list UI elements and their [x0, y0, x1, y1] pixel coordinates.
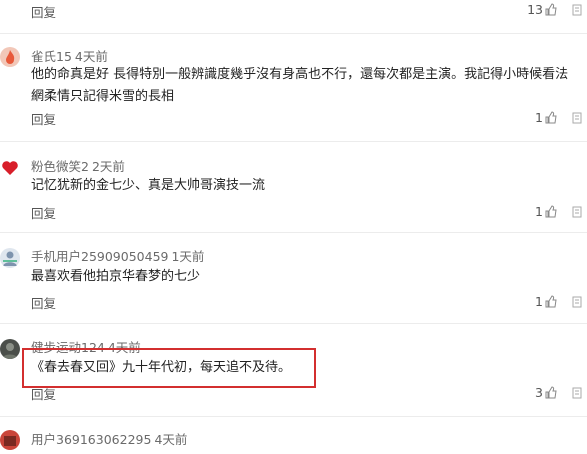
- like-button[interactable]: 3: [535, 385, 557, 400]
- comment-item: 健步运动124 4天前 《春去春又回》九十年代初，每天追不及待。 回复 3: [0, 323, 587, 417]
- comment-item: 回复 13: [0, 0, 587, 34]
- reply-button[interactable]: 回复: [31, 109, 56, 128]
- thumbs-up-icon: [545, 386, 557, 399]
- reply-button[interactable]: 回复: [31, 203, 56, 222]
- comment-text: 记忆犹新的金七少、真是大帅哥演技一流: [31, 178, 266, 193]
- comment-item: 用户369163062295 4天前: [0, 416, 587, 454]
- avatar[interactable]: [0, 248, 20, 268]
- username[interactable]: 雀氏15: [31, 49, 72, 64]
- comment-item: 手机用户25909050459 1天前 最喜欢看他拍京华春梦的七少 回复 1: [0, 232, 587, 324]
- username[interactable]: 手机用户25909050459: [31, 249, 168, 264]
- avatar[interactable]: [0, 339, 20, 359]
- comment-item: 雀氏15 4天前 他的命真是好 長得特別一般辨識度幾乎沒有身高也不行，還每次都是主…: [0, 33, 587, 142]
- username[interactable]: 健步运动124: [31, 340, 105, 355]
- like-count: 3: [535, 385, 543, 400]
- like-count: 1: [535, 294, 543, 309]
- thumbs-up-icon: [545, 205, 557, 218]
- avatar[interactable]: [0, 47, 20, 67]
- photo-avatar-icon: [4, 436, 16, 446]
- default-user-icon: [3, 251, 17, 266]
- like-button[interactable]: 1: [535, 110, 557, 125]
- heart-icon: [2, 161, 18, 175]
- comment-text: 他的命真是好 長得特別一般辨識度幾乎沒有身高也不行，還每次都是主演。我記得小時候…: [31, 67, 569, 104]
- like-button[interactable]: 13: [527, 2, 557, 17]
- username[interactable]: 粉色微笑2: [31, 159, 89, 174]
- comment-text: 《春去春又回》九十年代初，每天追不及待。: [31, 360, 292, 375]
- like-button[interactable]: 1: [535, 204, 557, 219]
- comment-meta: 手机用户25909050459 1天前: [31, 246, 204, 265]
- report-icon[interactable]: [572, 206, 582, 218]
- comment-text: 最喜欢看他拍京华春梦的七少: [31, 269, 201, 284]
- report-icon[interactable]: [572, 4, 582, 16]
- reply-button[interactable]: 回复: [31, 293, 56, 312]
- comment-meta: 粉色微笑2 2天前: [31, 156, 125, 175]
- photo-avatar-icon: [2, 343, 18, 359]
- like-count: 13: [527, 2, 543, 17]
- timestamp: 4天前: [74, 49, 108, 64]
- avatar[interactable]: [0, 430, 20, 450]
- timestamp: 2天前: [91, 159, 125, 174]
- reply-button[interactable]: 回复: [31, 2, 56, 21]
- avatar[interactable]: [0, 158, 20, 178]
- flame-icon: [6, 50, 15, 64]
- like-button[interactable]: 1: [535, 294, 557, 309]
- timestamp: 1天前: [171, 249, 205, 264]
- timestamp: 4天前: [154, 432, 188, 447]
- report-icon[interactable]: [572, 112, 582, 124]
- thumbs-up-icon: [545, 111, 557, 124]
- thumbs-up-icon: [545, 3, 557, 16]
- reply-button[interactable]: 回复: [31, 384, 56, 403]
- comment-meta: 雀氏15 4天前: [31, 46, 108, 65]
- like-count: 1: [535, 204, 543, 219]
- like-count: 1: [535, 110, 543, 125]
- username[interactable]: 用户369163062295: [31, 432, 151, 447]
- timestamp: 4天前: [107, 340, 141, 355]
- comment-meta: 用户369163062295 4天前: [31, 429, 187, 448]
- comment-meta: 健步运动124 4天前: [31, 337, 141, 356]
- thumbs-up-icon: [545, 295, 557, 308]
- report-icon[interactable]: [572, 296, 582, 308]
- report-icon[interactable]: [572, 387, 582, 399]
- comment-item: 粉色微笑2 2天前 记忆犹新的金七少、真是大帅哥演技一流 回复 1: [0, 141, 587, 233]
